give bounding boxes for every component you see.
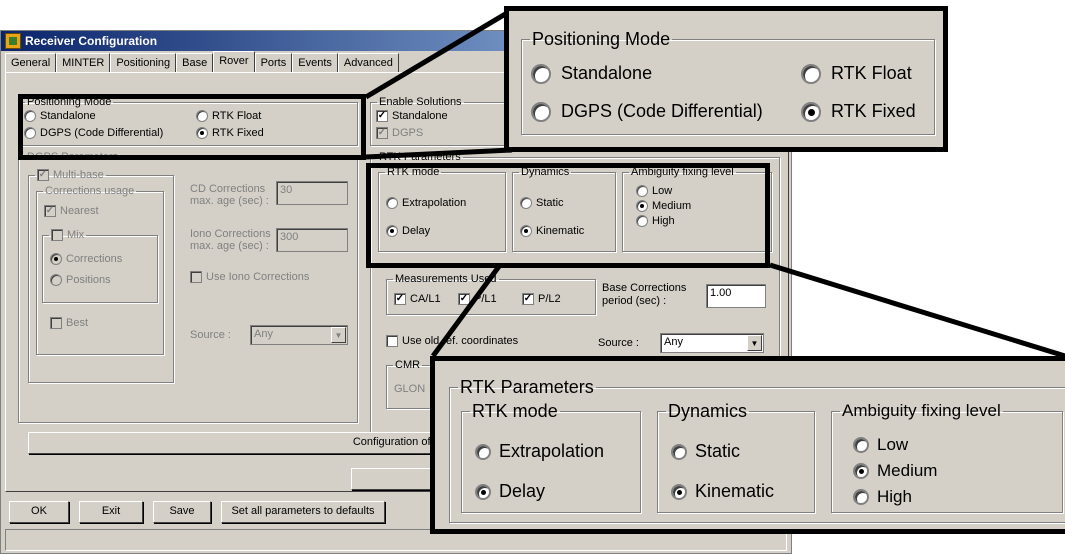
callout-positioning-mode-title: Positioning Mode (532, 29, 671, 49)
callout-radio-extrapolation[interactable]: Extrapolation (475, 441, 604, 462)
callout-ambiguity-title: Ambiguity fixing level (842, 401, 1001, 420)
radio-selected-icon (801, 101, 821, 122)
radio-icon (475, 443, 491, 460)
radio-icon (531, 101, 551, 122)
callout-radio-medium[interactable]: Medium (853, 461, 937, 481)
callout-radio-high[interactable]: High (853, 487, 912, 507)
callout-rtk-mode-title: RTK mode (472, 401, 558, 421)
connector-line (430, 263, 503, 358)
radio-selected-icon (671, 483, 687, 500)
callout-positioning-mode: Positioning Mode Standalone RTK Float DG… (504, 6, 948, 152)
callout-dynamics-title: Dynamics (668, 401, 748, 421)
connector-line (364, 7, 514, 100)
callout-rtk-parameters: RTK Parameters RTK mode Extrapolation De… (430, 356, 1065, 534)
callout-radio-low[interactable]: Low (853, 435, 908, 455)
radio-icon (531, 63, 551, 84)
radio-selected-icon (475, 483, 491, 500)
radio-icon (671, 443, 687, 460)
connector-line (769, 262, 1065, 359)
callout-radio-rtk-float[interactable]: RTK Float (801, 63, 912, 84)
radio-icon (853, 489, 869, 505)
callout-radio-rtk-fixed[interactable]: RTK Fixed (801, 101, 916, 122)
radio-selected-icon (853, 463, 869, 479)
radio-icon (853, 437, 869, 453)
radio-icon (801, 63, 821, 84)
callout-radio-delay[interactable]: Delay (475, 481, 545, 502)
connector-line (365, 147, 513, 160)
callout-radio-dgps[interactable]: DGPS (Code Differential) (531, 101, 763, 122)
callout-rtk-parameters-title: RTK Parameters (460, 377, 594, 397)
callout-radio-standalone[interactable]: Standalone (531, 63, 652, 84)
callout-radio-static[interactable]: Static (671, 441, 740, 462)
callout-radio-kinematic[interactable]: Kinematic (671, 481, 774, 502)
